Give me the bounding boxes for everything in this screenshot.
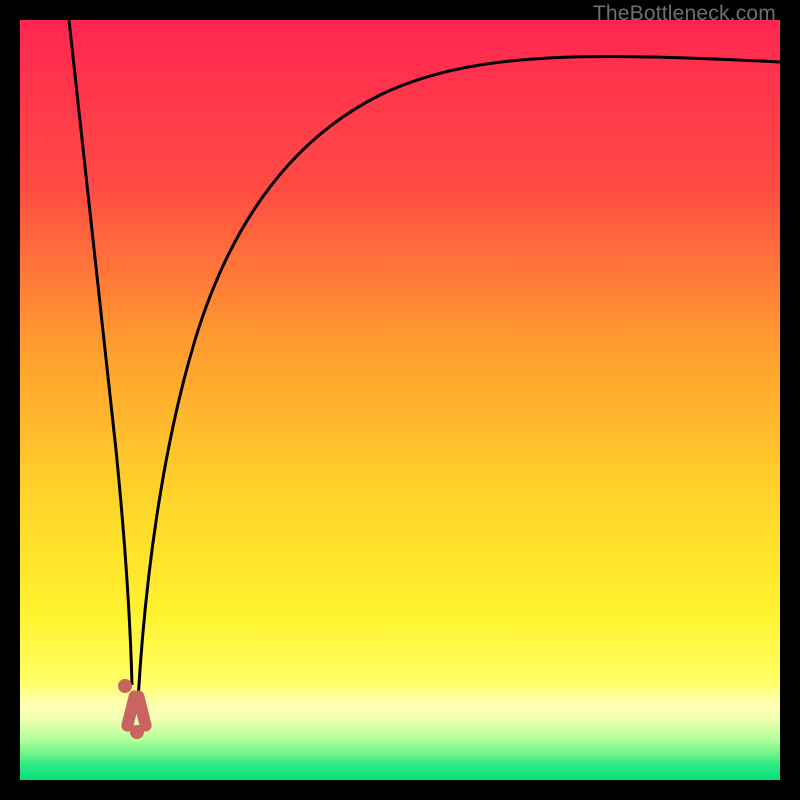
curve-left-branch [69,20,132,685]
watermark-text: TheBottleneck.com [593,2,776,26]
curve-right-branch [138,57,780,700]
dip-marker-v [120,689,153,739]
dip-marker-left [118,679,132,693]
curve-layer [20,20,780,780]
